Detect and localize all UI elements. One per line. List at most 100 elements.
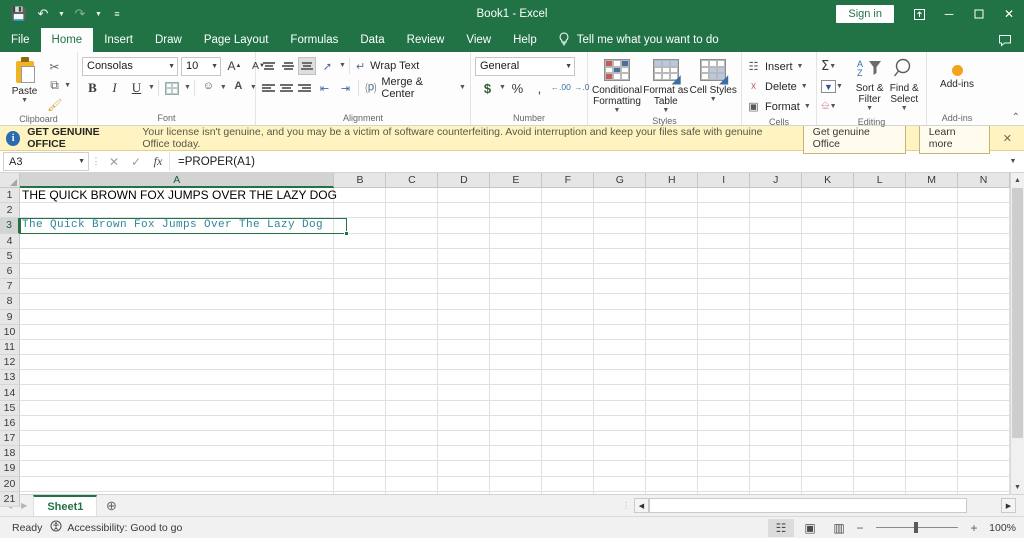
zoom-level-label[interactable]: 100% xyxy=(982,522,1016,534)
row-header-2[interactable]: 2 xyxy=(0,203,20,219)
grid-cell[interactable] xyxy=(490,233,543,249)
row-header-5[interactable]: 5 xyxy=(0,248,20,264)
scroll-left-icon[interactable]: ◀ xyxy=(634,498,649,513)
tab-insert[interactable]: Insert xyxy=(93,28,144,52)
confirm-entry-icon[interactable]: ✓ xyxy=(125,155,147,169)
grid-cell[interactable] xyxy=(750,218,803,234)
grid-cell[interactable] xyxy=(594,385,647,401)
tab-help[interactable]: Help xyxy=(502,28,548,52)
row-header-13[interactable]: 13 xyxy=(0,370,20,386)
add-sheet-icon[interactable]: ⊕ xyxy=(97,495,125,516)
grid-cell[interactable] xyxy=(334,324,387,340)
tab-page-layout[interactable]: Page Layout xyxy=(193,28,280,52)
grid-cell[interactable] xyxy=(594,218,647,234)
grid-cell[interactable] xyxy=(906,446,959,462)
grid-cell[interactable] xyxy=(20,446,335,462)
grid-cell[interactable] xyxy=(334,370,387,386)
grid-cell[interactable] xyxy=(542,294,595,310)
grid-cell[interactable] xyxy=(646,263,699,280)
column-header-n[interactable]: N xyxy=(958,173,1010,188)
grid-cell[interactable] xyxy=(958,324,1010,340)
fill-color-dropdown-icon[interactable]: ▼ xyxy=(220,84,227,92)
grid-cell[interactable] xyxy=(542,233,595,249)
tab-formulas[interactable]: Formulas xyxy=(279,28,349,52)
column-header-j[interactable]: J xyxy=(750,173,803,188)
grid-cell[interactable] xyxy=(698,370,751,386)
grid-cell[interactable] xyxy=(594,263,647,280)
grid-cell[interactable] xyxy=(386,218,439,234)
grid-cell[interactable] xyxy=(698,188,751,204)
borders-button[interactable] xyxy=(162,78,183,98)
grid-cell[interactable] xyxy=(906,203,959,219)
grid-cell[interactable] xyxy=(698,203,751,219)
grid-cell[interactable] xyxy=(438,188,491,204)
grid-cell[interactable] xyxy=(646,324,699,340)
row-header-10[interactable]: 10 xyxy=(0,324,20,340)
grid-cell[interactable] xyxy=(594,446,647,462)
grid-cell[interactable] xyxy=(698,476,751,492)
grid-cell[interactable] xyxy=(750,233,803,249)
grid-cell[interactable] xyxy=(958,370,1010,386)
grid-cell[interactable] xyxy=(438,491,491,494)
grid-cell[interactable] xyxy=(334,294,387,310)
clear-button[interactable]: ⎒ ▼ xyxy=(821,97,853,116)
grid-cell[interactable] xyxy=(594,415,647,431)
grid-cell[interactable] xyxy=(802,339,855,356)
row-header-6[interactable]: 6 xyxy=(0,263,20,280)
grid-cell[interactable] xyxy=(386,248,439,264)
grid-cell[interactable] xyxy=(490,431,543,447)
grid-cell[interactable] xyxy=(20,400,335,416)
grid-cell[interactable] xyxy=(802,324,855,340)
grid-cell[interactable] xyxy=(594,400,647,416)
grid-cell[interactable] xyxy=(750,248,803,264)
underline-button[interactable]: U xyxy=(126,78,147,98)
grid-cell[interactable] xyxy=(802,355,855,371)
grid-cell[interactable] xyxy=(958,400,1010,416)
fill-color-button[interactable]: ☺ xyxy=(198,78,219,98)
decrease-indent-icon[interactable]: ⇤ xyxy=(314,78,334,98)
grid-cell[interactable] xyxy=(854,188,907,204)
grid-cell[interactable] xyxy=(646,431,699,447)
grid-cell[interactable] xyxy=(438,385,491,401)
grid-cell[interactable] xyxy=(958,203,1010,219)
grid-cell[interactable] xyxy=(854,294,907,310)
sheet-tab-sheet1[interactable]: Sheet1 xyxy=(33,495,98,516)
autosum-button[interactable]: Σ ▼ xyxy=(821,57,853,76)
grid-cell[interactable] xyxy=(750,339,803,356)
grid-cell[interactable] xyxy=(854,263,907,280)
grid-cell[interactable] xyxy=(386,431,439,447)
grid-cell[interactable] xyxy=(490,203,543,219)
paste-dropdown-icon[interactable]: ▼ xyxy=(21,97,28,105)
percent-style-button[interactable]: % xyxy=(507,78,528,98)
grid-cell[interactable] xyxy=(438,279,491,295)
grid-cell[interactable] xyxy=(542,400,595,416)
accessibility-status[interactable]: Accessibility: Good to go xyxy=(50,520,182,535)
tab-view[interactable]: View xyxy=(455,28,502,52)
grid-cell[interactable] xyxy=(20,263,335,280)
grid-cell[interactable] xyxy=(750,431,803,447)
align-right-icon[interactable] xyxy=(296,79,313,97)
minimize-button[interactable]: ─ xyxy=(934,0,964,28)
ribbon-display-options-icon[interactable] xyxy=(904,8,934,21)
grid-cell[interactable] xyxy=(854,461,907,477)
grid-cell[interactable] xyxy=(802,203,855,219)
close-button[interactable]: ✕ xyxy=(994,0,1024,28)
comma-style-button[interactable]: , xyxy=(529,78,550,98)
grid-cell[interactable] xyxy=(490,324,543,340)
grid-cell[interactable] xyxy=(906,279,959,295)
borders-dropdown-icon[interactable]: ▼ xyxy=(184,84,191,92)
grid-cell[interactable] xyxy=(542,309,595,325)
column-header-k[interactable]: K xyxy=(802,173,855,188)
grid-cell[interactable] xyxy=(646,446,699,462)
grid-cell[interactable] xyxy=(698,294,751,310)
grid-cell[interactable] xyxy=(906,355,959,371)
vertical-scroll-thumb[interactable] xyxy=(1012,188,1023,438)
grid-cell[interactable] xyxy=(802,218,855,234)
grid-cell[interactable] xyxy=(646,203,699,219)
grid-cell[interactable] xyxy=(854,476,907,492)
grid-cell[interactable] xyxy=(594,370,647,386)
grid-cell[interactable] xyxy=(438,415,491,431)
grid-cell[interactable] xyxy=(802,263,855,280)
grid-cell[interactable] xyxy=(750,370,803,386)
grid-cell[interactable] xyxy=(594,476,647,492)
